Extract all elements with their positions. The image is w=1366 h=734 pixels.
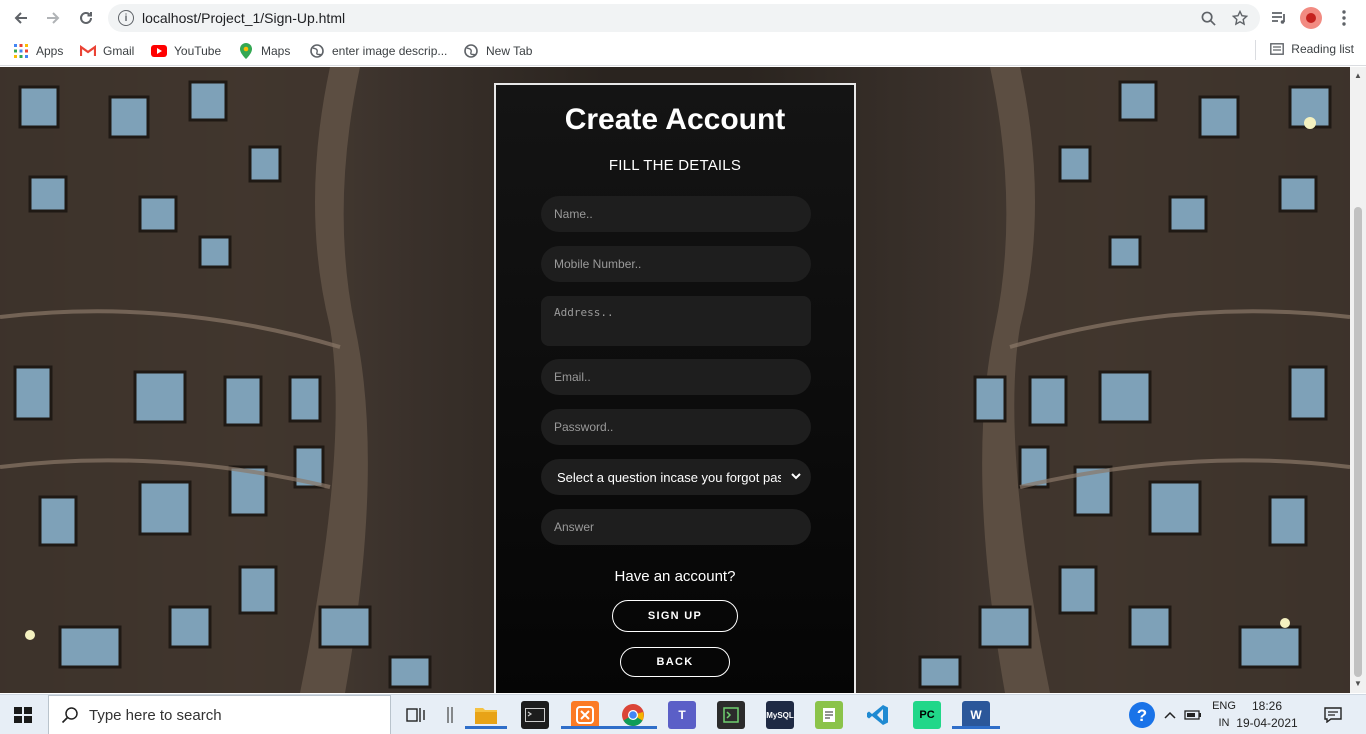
app-icon[interactable] (717, 701, 745, 729)
back-arrow-icon[interactable] (8, 6, 34, 30)
security-question-value: Select a question incase you forgot pass… (557, 469, 781, 485)
bookmark-apps[interactable]: Apps (13, 42, 63, 60)
answer-input[interactable] (541, 509, 811, 545)
word-icon[interactable]: W (952, 701, 1000, 729)
bookmark-label: New Tab (486, 44, 533, 58)
scroll-thumb[interactable] (1354, 207, 1362, 677)
globe-icon (463, 43, 479, 59)
signup-button[interactable]: SIGN UP (612, 600, 738, 632)
terminal-icon[interactable] (521, 701, 549, 729)
address-textarea[interactable] (541, 296, 811, 346)
reload-icon[interactable] (73, 6, 99, 30)
apps-grid-icon (13, 43, 29, 59)
windows-start-icon[interactable] (14, 707, 32, 723)
page-scrollbar[interactable]: ▲ ▼ (1350, 67, 1366, 693)
name-input[interactable] (541, 196, 811, 232)
xampp-icon[interactable] (561, 701, 609, 729)
pycharm-icon[interactable]: PC (913, 701, 941, 729)
scroll-down-icon[interactable]: ▼ (1353, 679, 1363, 688)
browser-toolbar: i localhost/Project_1/Sign-Up.html (0, 0, 1366, 36)
svg-text:?: ? (1137, 706, 1147, 725)
notifications-icon[interactable] (1324, 695, 1342, 734)
battery-icon[interactable] (1184, 695, 1202, 734)
taskbar-search[interactable]: Type here to search (48, 695, 391, 734)
clock-date: 19-04-2021 (1236, 716, 1298, 730)
bookmark-star-icon[interactable] (1231, 9, 1249, 27)
bookmarks-bar: Apps Gmail YouTube Maps enter image desc… (0, 36, 1366, 66)
mysql-icon[interactable]: MySQL (766, 701, 794, 729)
reading-list[interactable]: Reading list (1270, 42, 1354, 56)
chevron-up-icon[interactable] (1164, 695, 1176, 734)
bookmark-image-description[interactable]: enter image descrip... (309, 42, 447, 60)
chrome-icon[interactable] (609, 701, 657, 729)
task-view-icon[interactable] (402, 701, 430, 729)
active-indicator (561, 726, 609, 729)
active-indicator (465, 726, 507, 729)
address-bar[interactable]: i localhost/Project_1/Sign-Up.html (108, 4, 1260, 32)
zoom-icon[interactable] (1199, 9, 1217, 27)
maps-icon (238, 43, 254, 59)
chevron-down-icon (791, 473, 801, 480)
bookmark-gmail[interactable]: Gmail (80, 42, 134, 60)
bookmark-new-tab[interactable]: New Tab (463, 42, 532, 60)
scroll-up-icon[interactable]: ▲ (1353, 71, 1363, 80)
bookmark-label: Gmail (103, 44, 135, 58)
reading-list-icon (1270, 43, 1285, 55)
globe-icon (309, 43, 325, 59)
gmail-icon (80, 43, 96, 59)
back-button[interactable]: BACK (620, 647, 730, 677)
reading-list-label: Reading list (1291, 42, 1354, 56)
active-indicator (609, 726, 657, 729)
bookmarks-divider (1255, 40, 1256, 60)
bookmark-label: YouTube (174, 44, 222, 58)
page-title: Create Account (564, 103, 786, 136)
form-subtitle: FILL THE DETAILS (608, 157, 742, 174)
email-input[interactable] (541, 359, 811, 395)
system-clock[interactable]: 18:26 19-04-2021 (1232, 698, 1302, 732)
bookmark-maps[interactable]: Maps (238, 42, 290, 60)
vscode-icon[interactable] (864, 701, 892, 729)
bookmark-label: Maps (261, 44, 291, 58)
bookmark-label: enter image descrip... (332, 44, 448, 58)
file-explorer-icon[interactable] (465, 701, 507, 729)
signup-card: Create Account FILL THE DETAILS Select a… (494, 83, 856, 693)
mobile-input[interactable] (541, 246, 811, 282)
forward-arrow-icon[interactable] (40, 6, 66, 30)
url-text[interactable]: localhost/Project_1/Sign-Up.html (142, 10, 345, 26)
notepad-icon[interactable] (815, 701, 843, 729)
youtube-icon (151, 43, 167, 59)
teams-icon[interactable]: T (668, 701, 696, 729)
info-icon[interactable]: i (118, 10, 134, 26)
clock-time: 18:26 (1251, 699, 1283, 713)
active-indicator (952, 726, 1000, 729)
profile-avatar[interactable] (1300, 7, 1322, 29)
media-playlist-icon[interactable] (1267, 6, 1291, 30)
taskbar-search-placeholder: Type here to search (89, 706, 222, 724)
password-input[interactable] (541, 409, 811, 445)
help-icon[interactable]: ? (1128, 695, 1156, 734)
have-account-text: Have an account? (614, 568, 736, 585)
bookmark-label: Apps (36, 44, 64, 58)
bookmark-youtube[interactable]: YouTube (151, 42, 221, 60)
search-icon (61, 707, 78, 724)
divider-icon (436, 701, 464, 729)
windows-taskbar: Type here to search T MySQL PC W ? ENG I… (0, 694, 1366, 734)
menu-kebab-icon[interactable] (1332, 6, 1356, 30)
security-question-select[interactable]: Select a question incase you forgot pass… (541, 459, 811, 495)
